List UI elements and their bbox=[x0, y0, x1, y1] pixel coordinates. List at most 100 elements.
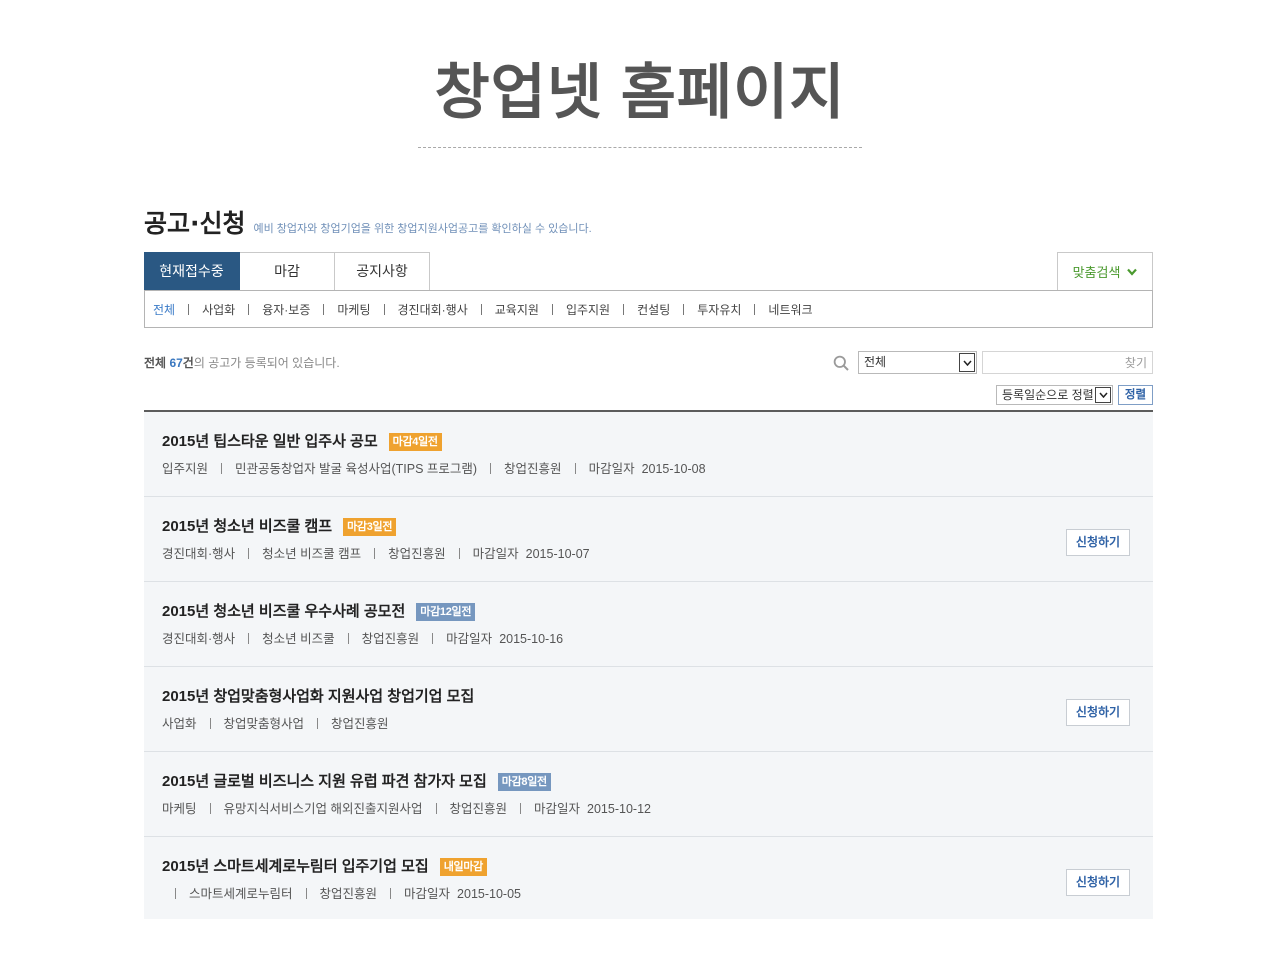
summary-total-label: 전체 bbox=[144, 356, 167, 370]
announcement-meta: 스마트세계로누림터 창업진흥원 마감일자 2015-10-05 bbox=[162, 885, 1153, 903]
meta-deadline-label: 마감일자 bbox=[472, 547, 519, 561]
meta-deadline-label: 마감일자 bbox=[446, 632, 493, 646]
divider bbox=[520, 803, 522, 815]
announcement-title[interactable]: 2015년 팁스타운 일반 입주사 공모 bbox=[162, 433, 378, 450]
announcement-title[interactable]: 2015년 청소년 비즈쿨 우수사례 공모전 bbox=[162, 603, 405, 620]
meta-program: 스마트세계로누림터 bbox=[189, 887, 293, 901]
divider bbox=[383, 303, 385, 315]
meta-program: 청소년 비즈쿨 bbox=[262, 632, 335, 646]
meta-deadline-date: 2015-10-12 bbox=[587, 802, 651, 816]
announcement-title-row: 2015년 스마트세계로누림터 입주기업 모집 내일마감 bbox=[162, 857, 1153, 877]
announcement-title[interactable]: 2015년 청소년 비즈쿨 캠프 bbox=[162, 518, 332, 535]
divider bbox=[221, 463, 223, 475]
chevron-down-icon bbox=[959, 353, 975, 372]
announcement-list: 2015년 팁스타운 일반 입주사 공모 마감4일전 입주지원 민관공동창업자 발굴… bbox=[144, 410, 1153, 919]
announcement-title[interactable]: 2015년 스마트세계로누림터 입주기업 모집 bbox=[162, 858, 429, 875]
meta-category: 경진대회·행사 bbox=[162, 632, 236, 646]
divider bbox=[317, 718, 319, 730]
meta-program: 창업맞춤형사업 bbox=[223, 717, 305, 731]
meta-program: 유망지식서비스기업 해외진출지원사업 bbox=[223, 802, 423, 816]
sort-button[interactable]: 정렬 bbox=[1118, 385, 1153, 405]
divider bbox=[754, 303, 756, 315]
announcement-meta: 경진대회·행사 청소년 비즈쿨 창업진흥원 마감일자 2015-10-16 bbox=[162, 630, 1153, 648]
apply-button[interactable]: 신청하기 bbox=[1066, 699, 1130, 726]
announcement-item: 2015년 글로벌 비즈니스 지원 유럽 파견 참가자 모집 마감8일전 마케팅 유… bbox=[144, 752, 1153, 837]
deadline-badge: 마감8일전 bbox=[497, 773, 551, 791]
announcement-item: 2015년 팁스타운 일반 입주사 공모 마감4일전 입주지원 민관공동창업자 발굴… bbox=[144, 412, 1153, 497]
category-consulting[interactable]: 컨설팅 bbox=[637, 301, 670, 318]
announcement-title-row: 2015년 창업맞춤형사업화 지원사업 창업기업 모집 bbox=[162, 687, 1153, 707]
category-commercialization[interactable]: 사업화 bbox=[202, 301, 235, 318]
category-filter: 전체 사업화 융자·보증 마케팅 경진대회·행사 교육지원 입주지원 컨설팅 투… bbox=[144, 290, 1153, 328]
sort-select[interactable]: 등록일순으로 정렬 bbox=[996, 385, 1113, 405]
section-title: 공고·신청 bbox=[144, 209, 246, 238]
announcement-title[interactable]: 2015년 글로벌 비즈니스 지원 유럽 파견 참가자 모집 bbox=[162, 773, 487, 790]
announcement-meta: 사업화 창업맞춤형사업 창업진흥원 bbox=[162, 715, 1153, 733]
divider bbox=[490, 463, 492, 475]
category-investment[interactable]: 투자유치 bbox=[697, 301, 741, 318]
meta-category: 경진대회·행사 bbox=[162, 547, 236, 561]
announcement-meta: 경진대회·행사 청소년 비즈쿨 캠프 창업진흥원 마감일자 2015-10-07 bbox=[162, 545, 1153, 563]
chevron-down-icon bbox=[1095, 387, 1111, 403]
meta-deadline-label: 마감일자 bbox=[404, 887, 451, 901]
tab-open[interactable]: 현재접수중 bbox=[144, 252, 240, 290]
meta-category: 입주지원 bbox=[162, 462, 209, 476]
divider bbox=[175, 888, 176, 900]
chevron-down-icon bbox=[1127, 268, 1138, 276]
summary-count-unit: 건 bbox=[182, 356, 194, 370]
meta-deadline-label: 마감일자 bbox=[534, 802, 581, 816]
deadline-badge: 마감4일전 bbox=[388, 433, 442, 451]
meta-organization: 창업진흥원 bbox=[504, 462, 562, 476]
search-icon bbox=[833, 355, 849, 371]
meta-deadline-date: 2015-10-07 bbox=[525, 547, 590, 561]
sort-select-value: 등록일순으로 정렬 bbox=[1002, 388, 1094, 402]
apply-button[interactable]: 신청하기 bbox=[1066, 529, 1130, 556]
divider bbox=[209, 803, 211, 815]
meta-deadline-date: 2015-10-08 bbox=[641, 462, 706, 476]
search-scope-select[interactable]: 전체 bbox=[858, 351, 977, 374]
meta-category: 마케팅 bbox=[162, 802, 197, 816]
divider bbox=[323, 303, 325, 315]
category-education[interactable]: 교육지원 bbox=[495, 301, 539, 318]
tab-notice[interactable]: 공지사항 bbox=[335, 252, 430, 290]
category-marketing[interactable]: 마케팅 bbox=[337, 301, 370, 318]
meta-category: 사업화 bbox=[162, 717, 197, 731]
custom-search-button[interactable]: 맞춤검색 bbox=[1057, 252, 1153, 290]
category-loan-guarantee[interactable]: 융자·보증 bbox=[262, 301, 310, 318]
result-summary: 전체 67건의 공고가 등록되어 있습니다. bbox=[144, 351, 340, 375]
meta-organization: 창업진흥원 bbox=[331, 717, 389, 731]
divider bbox=[551, 303, 553, 315]
category-incubation[interactable]: 입주지원 bbox=[566, 301, 610, 318]
announcement-item: 2015년 창업맞춤형사업화 지원사업 창업기업 모집 사업화 창업맞춤형사업 창업… bbox=[144, 667, 1153, 752]
category-network[interactable]: 네트워크 bbox=[768, 301, 812, 318]
category-all[interactable]: 전체 bbox=[153, 301, 175, 318]
search-input[interactable] bbox=[982, 351, 1153, 374]
announcement-item: 2015년 스마트세계로누림터 입주기업 모집 내일마감 스마트세계로누림터 창업진… bbox=[144, 837, 1153, 919]
deadline-badge: 마감3일전 bbox=[343, 518, 397, 536]
meta-organization: 창업진흥원 bbox=[388, 547, 446, 561]
summary-count: 67 bbox=[169, 356, 183, 370]
divider bbox=[305, 888, 307, 900]
divider bbox=[248, 633, 250, 645]
announcement-title-row: 2015년 청소년 비즈쿨 캠프 마감3일전 bbox=[162, 517, 1153, 537]
category-contest-event[interactable]: 경진대회·행사 bbox=[398, 301, 468, 318]
board-tabs: 현재접수중 마감 공지사항 bbox=[144, 252, 430, 290]
meta-organization: 창업진흥원 bbox=[319, 887, 378, 901]
divider bbox=[374, 548, 376, 560]
announcement-title-row: 2015년 팁스타운 일반 입주사 공모 마감4일전 bbox=[162, 432, 1153, 452]
announcement-title-row: 2015년 청소년 비즈쿨 우수사례 공모전 마감12일전 bbox=[162, 602, 1153, 622]
announcement-meta: 마케팅 유망지식서비스기업 해외진출지원사업 창업진흥원 마감일자 2015-10-12 bbox=[162, 800, 1153, 818]
divider bbox=[248, 548, 250, 560]
apply-button[interactable]: 신청하기 bbox=[1066, 869, 1130, 896]
meta-deadline-date: 2015-10-16 bbox=[499, 632, 564, 646]
meta-deadline-date: 2015-10-05 bbox=[457, 887, 521, 901]
divider bbox=[432, 633, 434, 645]
summary-text: 의 공고가 등록되어 있습니다. bbox=[193, 356, 340, 370]
divider bbox=[435, 803, 437, 815]
divider bbox=[188, 303, 190, 315]
announcement-title-row: 2015년 글로벌 비즈니스 지원 유럽 파견 참가자 모집 마감8일전 bbox=[162, 772, 1153, 792]
tab-closed[interactable]: 마감 bbox=[240, 252, 335, 290]
section-header: 공고·신청 예비 창업자와 창업기업을 위한 창업지원사업공고를 확인하실 수 있… bbox=[144, 206, 592, 242]
announcement-title[interactable]: 2015년 창업맞춤형사업화 지원사업 창업기업 모집 bbox=[162, 688, 474, 705]
meta-organization: 창업진흥원 bbox=[361, 632, 420, 646]
